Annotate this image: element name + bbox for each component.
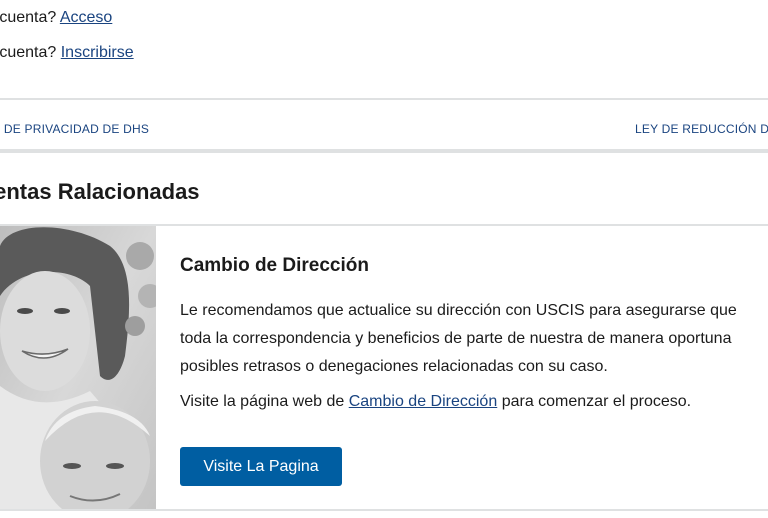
signup-prompt: a cuenta? Inscribirse xyxy=(0,43,134,63)
card-heading: Cambio de Dirección xyxy=(180,255,369,276)
card-cta-text: Visite la página web de Cambio de Direcc… xyxy=(180,392,691,412)
change-of-address-link[interactable]: Cambio de Dirección xyxy=(349,393,498,410)
paperwork-reduction-link[interactable]: LEY DE REDUCCIÓN D xyxy=(635,122,768,136)
divider xyxy=(0,98,768,100)
card-description-line: posibles retrasos o denegaciones relacio… xyxy=(180,358,608,375)
login-prompt: a cuenta? Acceso xyxy=(0,8,112,28)
section-title: ientas Ralacionadas xyxy=(0,179,200,204)
login-link[interactable]: Acceso xyxy=(60,9,112,26)
signup-link[interactable]: Inscribirse xyxy=(61,44,134,61)
card-photo xyxy=(0,226,156,509)
cta-suffix: para comenzar el proceso. xyxy=(501,393,692,410)
page: a cuenta? Acceso a cuenta? Inscribirse Ó… xyxy=(0,0,768,518)
section-divider xyxy=(0,149,768,153)
privacy-link[interactable]: ÓN DE PRIVACIDAD DE DHS xyxy=(0,122,149,136)
visit-page-button[interactable]: Visite La Pagina xyxy=(180,447,342,486)
signup-prompt-text: a cuenta? xyxy=(0,44,57,61)
card-bottom-divider xyxy=(0,509,768,511)
card-description-line: toda la correspondencia y beneficios de … xyxy=(180,330,732,347)
cta-prefix: Visite la página web de xyxy=(180,393,345,410)
card-description: Le recomendamos que actualice su direcci… xyxy=(180,297,737,381)
login-prompt-text: a cuenta? xyxy=(0,9,57,26)
card-description-line: Le recomendamos que actualice su direcci… xyxy=(180,302,737,319)
